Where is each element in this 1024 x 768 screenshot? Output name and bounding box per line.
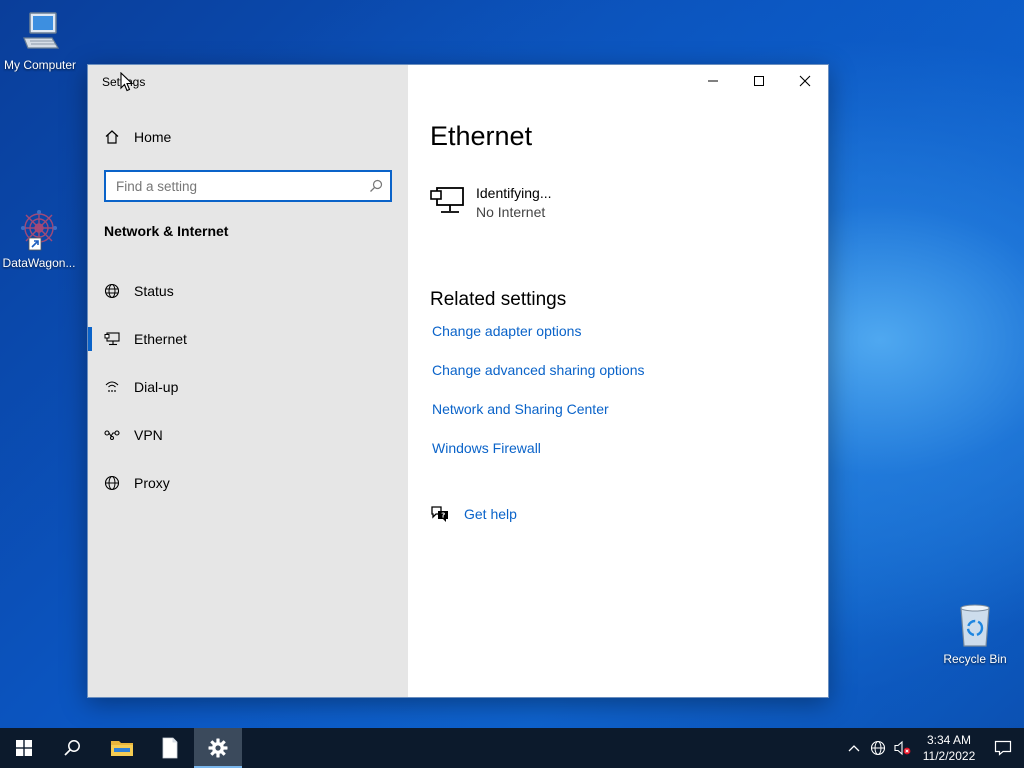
taskbar-clock[interactable]: 3:34 AM 11/2/2022	[916, 732, 982, 764]
maximize-icon	[754, 76, 764, 86]
home-icon	[105, 130, 119, 144]
mouse-cursor-icon	[120, 72, 134, 92]
volume-muted-icon	[894, 740, 911, 756]
search-icon[interactable]	[362, 179, 390, 193]
document-icon	[162, 737, 178, 759]
clock-date: 11/2/2022	[922, 749, 976, 763]
desktop-icon-label: My Computer	[3, 58, 77, 72]
get-help-label: Get help	[464, 506, 517, 522]
network-globe-icon	[870, 740, 886, 756]
vpn-icon	[104, 430, 120, 440]
link-network-sharing-center[interactable]: Network and Sharing Center	[432, 401, 645, 440]
taskbar-search-button[interactable]	[48, 728, 96, 768]
sidebar-item-label: Dial-up	[134, 379, 179, 395]
desktop-icon-label: Recycle Bin	[943, 652, 1007, 666]
sidebar-item-ethernet[interactable]: Ethernet	[88, 315, 408, 363]
taskbar-file-explorer[interactable]	[98, 728, 146, 768]
svg-text:?: ?	[441, 512, 445, 520]
sidebar-item-label: Ethernet	[134, 331, 187, 347]
window-controls	[690, 65, 828, 97]
taskbar-settings[interactable]	[194, 728, 242, 768]
maximize-button[interactable]	[736, 65, 782, 97]
sidebar-item-status[interactable]: Status	[88, 267, 408, 315]
page-title: Ethernet	[430, 121, 533, 151]
connection-status: No Internet	[476, 204, 546, 220]
close-icon	[799, 75, 811, 87]
ethernet-connection-icon	[430, 187, 464, 213]
datawagon-app-icon	[21, 210, 57, 251]
ethernet-icon	[104, 332, 120, 346]
search-icon	[64, 740, 80, 756]
desktop-icon-label: DataWagon...	[2, 256, 76, 270]
windows-logo-icon	[16, 740, 32, 756]
minimize-icon	[708, 80, 718, 82]
link-windows-firewall[interactable]: Windows Firewall	[432, 440, 645, 479]
tray-network-button[interactable]	[866, 728, 890, 768]
link-change-advanced-sharing[interactable]: Change advanced sharing options	[432, 362, 645, 401]
sidebar-home[interactable]: Home	[104, 129, 171, 145]
sidebar-item-label: Proxy	[134, 475, 170, 491]
search-box[interactable]	[104, 170, 392, 202]
taskbar-notepad[interactable]	[146, 728, 194, 768]
proxy-globe-icon	[104, 475, 120, 491]
status-globe-icon	[104, 283, 120, 299]
desktop-icon-recycle-bin[interactable]: Recycle Bin	[935, 602, 1015, 666]
sidebar-item-label: VPN	[134, 427, 163, 443]
link-change-adapter-options[interactable]: Change adapter options	[432, 323, 645, 362]
related-settings-links: Change adapter options Change advanced s…	[432, 323, 645, 479]
taskbar: 3:34 AM 11/2/2022	[0, 728, 1024, 768]
recycle-bin-icon	[960, 604, 990, 647]
sidebar-section-title: Network & Internet	[104, 223, 229, 239]
ethernet-connection[interactable]: Identifying... No Internet	[430, 185, 552, 220]
desktop-icon-datawagon[interactable]: DataWagon...	[0, 206, 79, 270]
sidebar-item-proxy[interactable]: Proxy	[88, 459, 408, 507]
notification-icon	[994, 740, 1012, 756]
folder-icon	[111, 741, 133, 756]
settings-main-pane: Ethernet Identifying... No Internet Rela…	[408, 65, 828, 697]
sidebar-item-dialup[interactable]: Dial-up	[88, 363, 408, 411]
minimize-button[interactable]	[690, 65, 736, 97]
sidebar-item-vpn[interactable]: VPN	[88, 411, 408, 459]
computer-icon	[23, 12, 60, 49]
related-settings-heading: Related settings	[430, 289, 567, 310]
settings-sidebar: Settings Home Network & Internet	[88, 65, 408, 697]
help-chat-icon: ?	[431, 506, 448, 522]
sidebar-item-label: Status	[134, 283, 174, 299]
connection-name: Identifying...	[476, 185, 552, 201]
desktop-icon-my-computer[interactable]: My Computer	[0, 10, 80, 72]
settings-window: Settings Home Network & Internet	[87, 64, 829, 698]
action-center-button[interactable]	[982, 728, 1024, 768]
sidebar-nav: Status Ethernet Dial-up VPN Proxy	[88, 267, 408, 507]
get-help-link[interactable]: ? Get help	[430, 505, 517, 523]
close-button[interactable]	[782, 65, 828, 97]
start-button[interactable]	[0, 728, 48, 768]
clock-time: 3:34 AM	[926, 733, 972, 747]
tray-overflow-button[interactable]	[842, 728, 866, 768]
dialup-icon	[105, 381, 119, 392]
search-input[interactable]	[106, 172, 362, 200]
gear-icon	[208, 738, 228, 758]
system-tray: 3:34 AM 11/2/2022	[842, 728, 1024, 768]
tray-volume-button[interactable]	[890, 728, 914, 768]
home-label: Home	[134, 129, 172, 145]
chevron-up-icon	[848, 745, 860, 752]
